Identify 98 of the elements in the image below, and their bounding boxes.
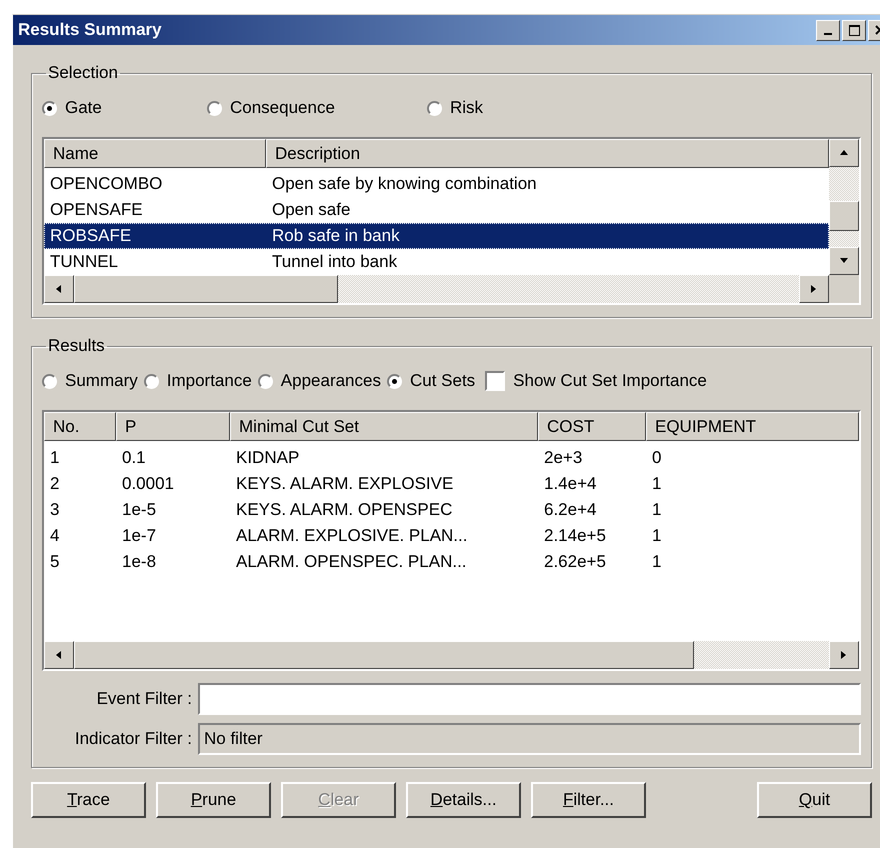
table-cell-text: 1 <box>651 551 662 573</box>
table-cell-text: 1 <box>651 525 662 547</box>
dialog-button[interactable]: Filter... <box>531 782 646 818</box>
checkbox[interactable] <box>485 371 506 391</box>
list-row[interactable]: OPENSAFE Open safe <box>44 197 829 223</box>
list-cell-text: Open safe <box>271 199 352 221</box>
access-key-underline: F <box>562 790 574 809</box>
horizontal-scrollbar[interactable] <box>44 641 859 669</box>
table-cell-text: 0.1 <box>121 447 147 469</box>
scroll-thumb[interactable] <box>74 275 338 303</box>
list-cell-text: Tunnel into bank <box>271 251 398 273</box>
table-cell-text: KEYS. ALARM. OPENSPEC <box>235 499 454 521</box>
table-cell-text: 6.2e+4 <box>543 499 598 521</box>
scrollbar-corner <box>829 275 859 303</box>
radio-button[interactable] <box>427 100 442 116</box>
radio-button[interactable] <box>144 374 159 388</box>
table-cell-text: 2e+3 <box>543 447 584 469</box>
access-key-underline: P <box>190 790 202 809</box>
left-arrow-icon <box>54 650 64 660</box>
list-cell-text: Rob safe in bank <box>271 225 401 247</box>
table-cell-text: 1 <box>651 473 662 495</box>
access-key-underline: C <box>318 790 330 809</box>
radio-label: Importance <box>166 371 252 391</box>
list-row[interactable]: ROBSAFE Rob safe in bank <box>44 223 829 249</box>
table-cell-text: 2.14e+5 <box>543 525 607 547</box>
list-cell-text: TUNNEL <box>49 251 120 273</box>
table-cell-text: 1e-5 <box>121 499 158 521</box>
dialog-button[interactable]: Trace <box>31 782 146 818</box>
vertical-scrollbar[interactable] <box>829 139 859 275</box>
radio-label: Gate <box>65 98 102 118</box>
radio-button[interactable] <box>207 100 222 116</box>
table-cell-text: 4 <box>49 525 60 547</box>
scroll-down-button[interactable] <box>829 247 859 275</box>
radio-label: Summary <box>65 371 138 391</box>
radio-button[interactable] <box>42 374 57 388</box>
table-cell-text: 1 <box>651 499 662 521</box>
table-cell-text: 5 <box>49 551 60 573</box>
access-key-underline: T <box>67 790 77 809</box>
radio-label: Cut Sets <box>410 371 476 391</box>
group-label: Results <box>47 336 106 356</box>
minimize-icon <box>824 33 832 35</box>
field-label: Event Filter : <box>96 689 192 709</box>
radio-button[interactable] <box>42 100 57 116</box>
window-title: Results Summary <box>18 20 162 40</box>
table-cell-text: KIDNAP <box>235 447 300 469</box>
table-cell-text: ALARM. EXPLOSIVE. PLAN... <box>235 525 468 547</box>
horizontal-scrollbar[interactable] <box>44 275 829 303</box>
dialog-button[interactable]: Quit <box>757 782 872 818</box>
checkbox-label: Show Cut Set Importance <box>513 371 707 391</box>
list-cell-text: OPENSAFE <box>49 199 144 221</box>
list-row[interactable]: TUNNEL Tunnel into bank <box>44 249 829 275</box>
table-cell-text: 1 <box>49 447 60 469</box>
maximize-button[interactable] <box>842 20 866 40</box>
table-cell-text: 2.62e+5 <box>543 551 607 573</box>
up-arrow-icon <box>839 148 849 158</box>
table-cell-text: 0 <box>651 447 662 469</box>
table-cell-text: 2 <box>49 473 60 495</box>
column-header[interactable]: P <box>116 412 230 441</box>
list-cell-text: ROBSAFE <box>49 225 132 247</box>
column-header[interactable]: Description <box>266 139 829 168</box>
radio-label: Risk <box>450 98 484 118</box>
radio-label: Appearances <box>280 371 381 391</box>
indicator-filter-field: No filter <box>198 723 861 755</box>
scroll-right-button[interactable] <box>799 275 829 303</box>
column-header[interactable]: No. <box>44 412 116 441</box>
dialog-button[interactable]: Details... <box>406 782 521 818</box>
column-header[interactable]: COST <box>538 412 646 441</box>
column-header[interactable]: EQUIPMENT <box>646 412 859 441</box>
table-cell-text: ALARM. OPENSPEC. PLAN... <box>235 551 468 573</box>
radio-button[interactable] <box>386 374 402 388</box>
event-filter-field[interactable] <box>198 683 861 715</box>
table-cell-text: 0.0001 <box>121 473 175 495</box>
table-cell-text: 3 <box>49 499 60 521</box>
scroll-thumb[interactable] <box>829 201 859 231</box>
left-arrow-icon <box>54 284 64 294</box>
scroll-right-button[interactable] <box>829 641 859 669</box>
scroll-up-button[interactable] <box>829 139 859 167</box>
table-cell-text: 1e-7 <box>121 525 158 547</box>
list-cell-text: OPENCOMBO <box>49 173 164 195</box>
access-key-underline: Q <box>798 790 812 809</box>
list-row[interactable]: OPENCOMBO Open safe by knowing combination <box>44 171 829 197</box>
table-cell-text: KEYS. ALARM. EXPLOSIVE <box>235 473 454 495</box>
table-cell-text: 1e-8 <box>121 551 158 573</box>
maximize-icon <box>848 24 860 36</box>
column-header[interactable]: Name <box>44 139 266 168</box>
minimize-button[interactable] <box>816 20 840 40</box>
table-cell-text: 1.4e+4 <box>543 473 598 495</box>
list-cell-text: Open safe by knowing combination <box>271 173 538 195</box>
access-key-underline: D <box>430 790 443 809</box>
scroll-thumb[interactable] <box>74 641 694 669</box>
radio-button[interactable] <box>258 374 273 388</box>
column-header[interactable]: Minimal Cut Set <box>230 412 538 441</box>
group-label: Selection <box>47 63 119 83</box>
field-label: Indicator Filter : <box>74 729 192 749</box>
scroll-left-button[interactable] <box>44 275 74 303</box>
dialog-button[interactable]: Prune <box>156 782 271 818</box>
scroll-left-button[interactable] <box>44 641 74 669</box>
radio-label: Consequence <box>230 98 335 118</box>
